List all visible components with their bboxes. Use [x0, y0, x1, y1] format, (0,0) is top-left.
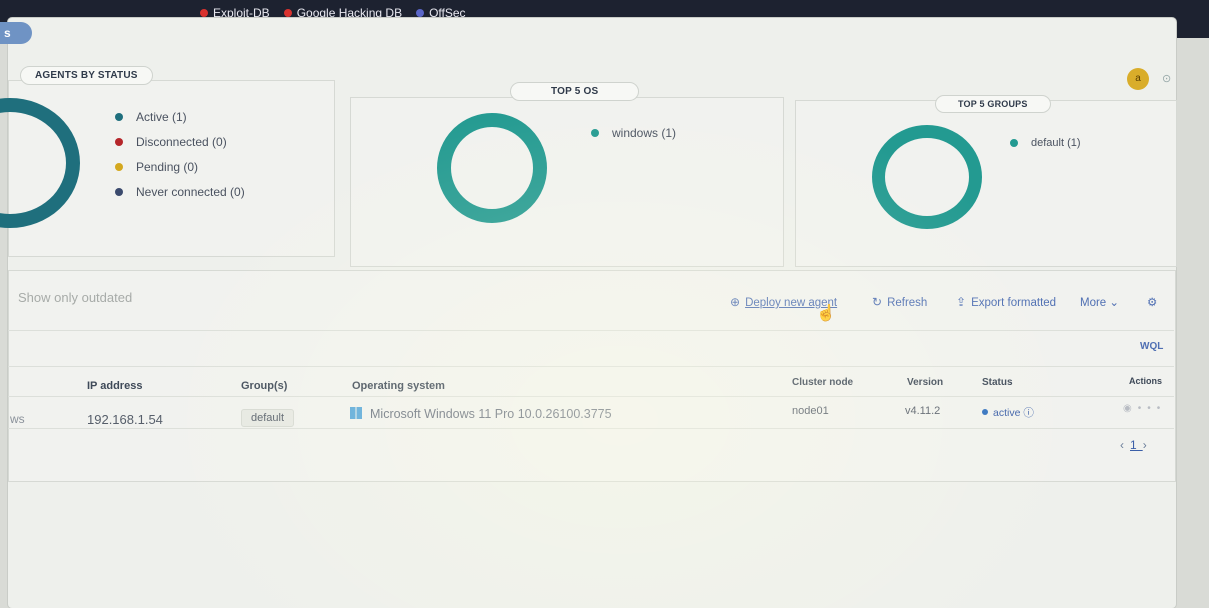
chevron-left-icon[interactable]: ‹ — [1120, 438, 1130, 452]
legend-dot — [115, 162, 123, 171]
chevron-right-icon[interactable]: › — [1143, 438, 1153, 452]
cell-version: v4.11.2 — [905, 405, 941, 417]
cell-ip-address: 192.168.1.54 — [87, 412, 163, 427]
divider — [8, 396, 1174, 397]
plus-circle-icon: ⊕ — [730, 295, 741, 309]
agents-by-status-title: AGENTS BY STATUS — [20, 66, 153, 85]
help-icon[interactable]: ⊙ — [1162, 72, 1171, 85]
legend-item-active[interactable]: Active (1) — [115, 104, 245, 129]
pointer-cursor-icon: ☝ — [816, 305, 836, 322]
refresh-button[interactable]: ↻ Refresh — [872, 295, 927, 309]
cell-cluster-node: node01 — [792, 405, 829, 417]
legend-item-pending[interactable]: Pending (0) — [115, 154, 245, 179]
column-header-status[interactable]: Status — [982, 377, 1013, 388]
ellipsis-icon[interactable]: ••• — [1138, 403, 1167, 414]
column-header-version[interactable]: Version — [907, 377, 943, 388]
export-icon: ⇪ — [956, 295, 967, 309]
bookmark-icon — [416, 9, 425, 17]
status-dot-icon — [982, 409, 988, 415]
legend-item-windows[interactable]: windows (1) — [591, 120, 676, 145]
breadcrumb-tab[interactable]: s — [0, 22, 32, 44]
windows-icon — [350, 407, 362, 419]
top-groups-donut — [872, 125, 982, 229]
column-header-groups[interactable]: Group(s) — [241, 380, 287, 392]
cell-status: active ⓘ — [982, 405, 1034, 420]
top-os-panel — [350, 97, 784, 267]
legend-dot — [1010, 138, 1018, 147]
outdated-filter-toggle[interactable]: Show only outdated — [18, 290, 132, 305]
cell-operating-system: Microsoft Windows 11 Pro 10.0.26100.3775 — [350, 407, 612, 421]
bookmark-icon — [200, 9, 208, 17]
column-header-ip[interactable]: IP address — [87, 380, 142, 392]
legend-item-disconnected[interactable]: Disconnected (0) — [115, 129, 245, 154]
row-actions: ◉••• — [1123, 403, 1166, 414]
legend-item-never-connected[interactable]: Never connected (0) — [115, 179, 245, 204]
cell-group[interactable]: default — [241, 409, 295, 427]
cell-agent-name: ws — [10, 412, 25, 426]
wql-toggle[interactable]: WQL — [1140, 341, 1163, 352]
divider — [8, 366, 1174, 367]
settings-gear-button[interactable]: ⚙ — [1147, 295, 1157, 309]
top-os-title: TOP 5 OS — [510, 82, 640, 101]
divider — [8, 330, 1174, 331]
gear-icon: ⚙ — [1147, 297, 1158, 309]
more-menu-button[interactable]: More ⌄ — [1080, 295, 1119, 309]
info-icon[interactable]: ⓘ — [1023, 407, 1034, 419]
legend-dot — [115, 137, 123, 146]
column-header-os[interactable]: Operating system — [352, 380, 445, 392]
top-os-legend: windows (1) — [591, 120, 676, 145]
pagination: ‹1› — [1120, 438, 1153, 452]
page-number[interactable]: 1 — [1130, 438, 1143, 452]
legend-dot — [115, 187, 123, 196]
group-badge[interactable]: default — [241, 409, 295, 427]
top-groups-title: TOP 5 GROUPS — [935, 95, 1051, 113]
bookmark-icon — [283, 9, 292, 17]
avatar[interactable]: a — [1127, 68, 1149, 90]
refresh-icon: ↻ — [872, 295, 883, 309]
column-header-actions: Actions — [1129, 376, 1163, 386]
top-groups-legend: default (1) — [1010, 130, 1081, 155]
legend-item-default[interactable]: default (1) — [1010, 130, 1081, 155]
agents-status-legend: Active (1) Disconnected (0) Pending (0) … — [115, 104, 245, 204]
chevron-down-icon: ⌄ — [1109, 297, 1120, 309]
view-icon[interactable]: ◉ — [1123, 403, 1138, 414]
column-header-cluster-node[interactable]: Cluster node — [792, 377, 853, 388]
divider — [8, 428, 1174, 429]
top-groups-panel — [795, 100, 1177, 267]
legend-dot — [115, 112, 123, 121]
top-os-donut — [437, 113, 547, 223]
legend-dot — [591, 128, 599, 137]
export-formatted-button[interactable]: ⇪ Export formatted — [956, 295, 1056, 309]
